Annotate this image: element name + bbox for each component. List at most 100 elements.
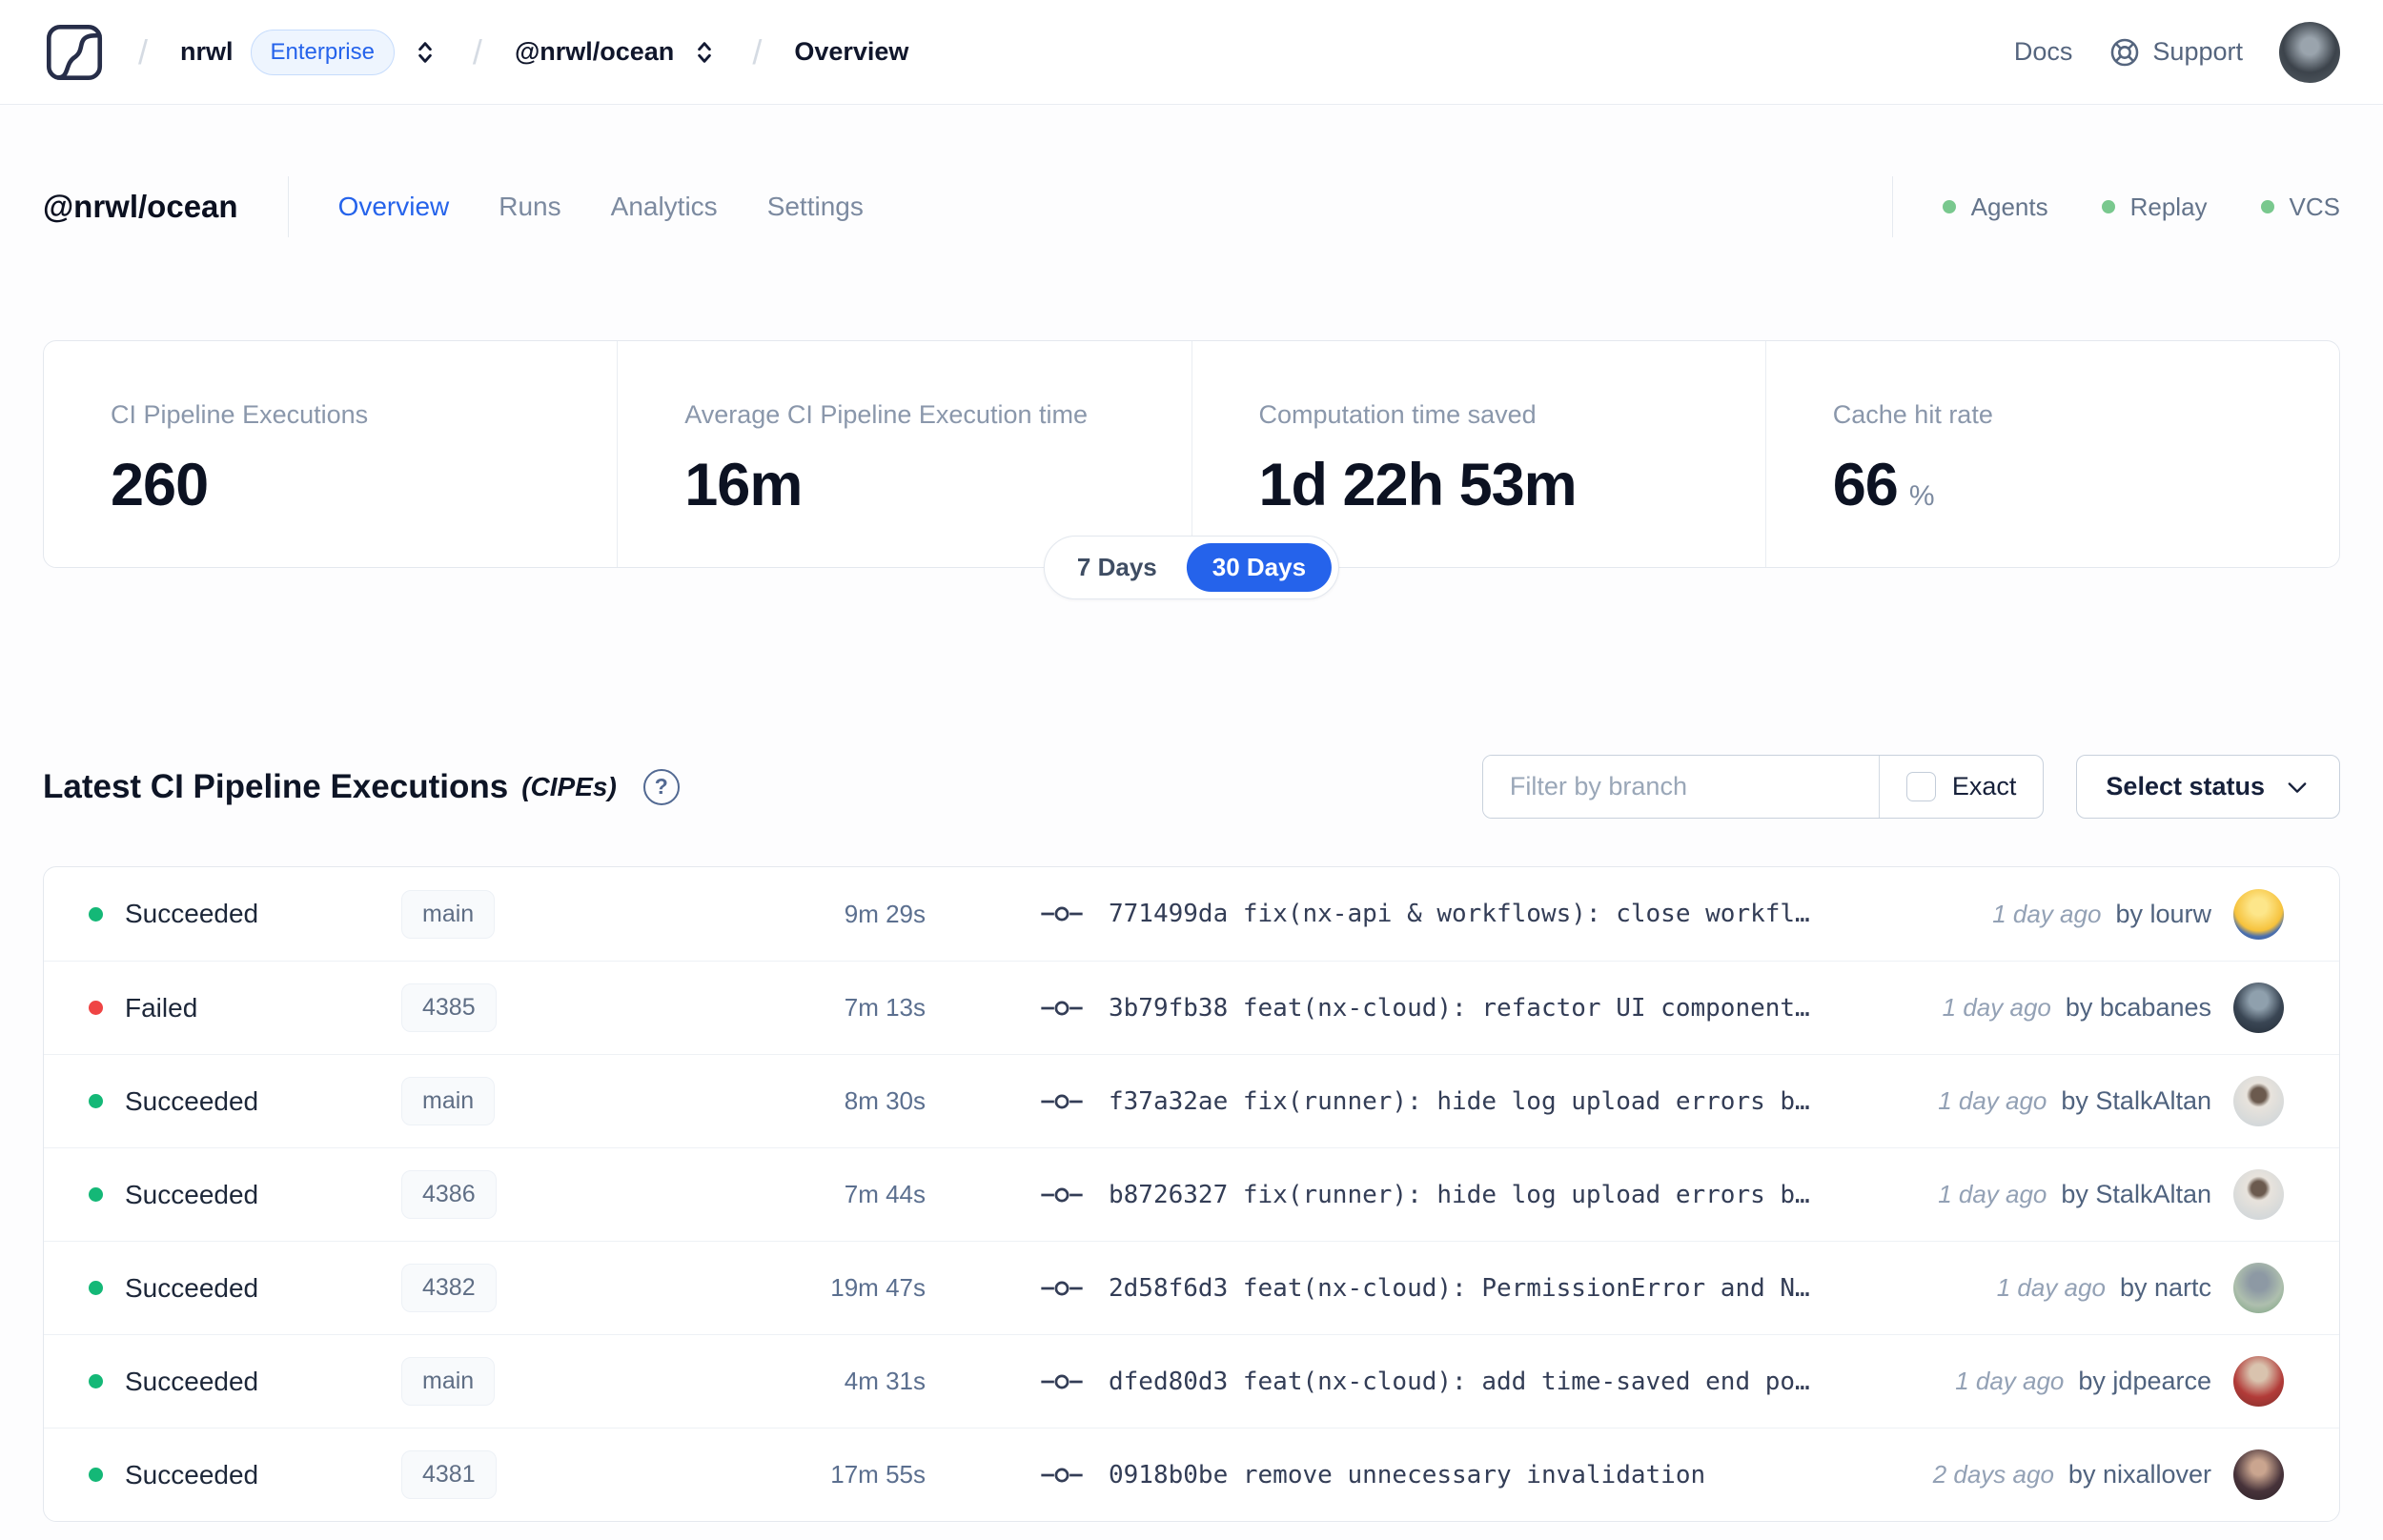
- status-label: Succeeded: [125, 1085, 259, 1116]
- status-label: Succeeded: [125, 1272, 259, 1303]
- feature-replay: Replay: [2101, 192, 2208, 222]
- author: by bcabanes: [2065, 993, 2211, 1022]
- git-commit-icon: [1041, 1374, 1083, 1388]
- cipes-title: Latest CI Pipeline Executions: [43, 767, 509, 805]
- time-ago: 1 day ago: [1942, 993, 2051, 1022]
- duration: 7m 44s: [844, 1180, 926, 1208]
- status-dot-icon: [89, 1094, 103, 1108]
- org-switcher-chevron-updown-icon[interactable]: [410, 37, 440, 68]
- table-row[interactable]: Succeeded main 8m 30s f37a32ae fix(runne…: [44, 1054, 2339, 1147]
- git-commit-icon: [1041, 1094, 1083, 1108]
- status-dot-icon: [2101, 200, 2115, 213]
- enterprise-badge[interactable]: Enterprise: [250, 29, 395, 75]
- tab-settings[interactable]: Settings: [767, 192, 864, 222]
- duration: 8m 30s: [844, 1086, 926, 1115]
- commit-message[interactable]: 3b79fb38 feat(nx-cloud): refactor UI com…: [1109, 994, 1810, 1023]
- stat-average-execution-time: Average CI Pipeline Execution time 16m: [617, 341, 1191, 567]
- table-row[interactable]: Succeeded 4382 19m 47s 2d58f6d3 feat(nx-…: [44, 1241, 2339, 1334]
- tab-runs[interactable]: Runs: [499, 192, 560, 222]
- status-label: Succeeded: [125, 1179, 259, 1209]
- stat-value: 260: [111, 452, 209, 518]
- branch-badge[interactable]: 4386: [401, 1170, 497, 1219]
- divider: [287, 176, 289, 237]
- git-commit-icon: [1041, 1187, 1083, 1202]
- branch-badge[interactable]: main: [401, 1077, 496, 1125]
- table-row[interactable]: Succeeded 4381 17m 55s 0918b0be remove u…: [44, 1428, 2339, 1521]
- status-dot-icon: [1942, 200, 1956, 213]
- breadcrumb-org[interactable]: nrwl: [180, 37, 234, 67]
- workspace-switcher-chevron-updown-icon[interactable]: [689, 37, 720, 68]
- user-avatar[interactable]: [2279, 21, 2340, 83]
- status-dot-icon: [89, 1374, 103, 1388]
- feature-agents: Agents: [1942, 192, 2048, 222]
- exact-label: Exact: [1951, 772, 2017, 800]
- feature-status-list: Agents Replay VCS: [1942, 192, 2340, 222]
- table-row[interactable]: Failed 4385 7m 13s 3b79fb38 feat(nx-clou…: [44, 961, 2339, 1054]
- git-commit-icon: [1041, 1468, 1083, 1482]
- stat-suffix: %: [1908, 480, 1935, 512]
- branch-badge[interactable]: 4381: [401, 1450, 497, 1499]
- workspace-header: @nrwl/ocean Overview Runs Analytics Sett…: [0, 173, 2383, 240]
- branch-badge[interactable]: main: [401, 889, 496, 939]
- git-commit-icon: [1041, 906, 1083, 922]
- date-range-toggle: 7 Days 30 Days: [1043, 536, 1340, 599]
- duration: 9m 29s: [844, 899, 926, 928]
- cipe-table: Succeeded main 9m 29s 771499da fix(nx-ap…: [43, 866, 2340, 1522]
- avatar: [2233, 1076, 2284, 1126]
- stat-cache-hit-rate: Cache hit rate 66%: [1764, 341, 2339, 567]
- branch-badge[interactable]: main: [401, 1357, 496, 1406]
- range-30-days-button[interactable]: 30 Days: [1186, 543, 1333, 592]
- support-label: Support: [2152, 37, 2243, 66]
- breadcrumb-workspace[interactable]: @nrwl/ocean: [515, 37, 674, 67]
- commit-message[interactable]: 0918b0be remove unnecessary invalidation: [1109, 1461, 1705, 1489]
- git-commit-icon: [1041, 1281, 1083, 1295]
- divider: [1891, 176, 1893, 237]
- table-row[interactable]: Succeeded main 4m 31s dfed80d3 feat(nx-c…: [44, 1334, 2339, 1428]
- tab-analytics[interactable]: Analytics: [611, 192, 718, 222]
- time-ago: 2 days ago: [1932, 1460, 2054, 1489]
- stat-value: 66%: [1832, 452, 1935, 518]
- stat-ci-pipeline-executions: CI Pipeline Executions 260: [44, 341, 617, 567]
- feature-agents-label: Agents: [1970, 192, 2048, 221]
- docs-link[interactable]: Docs: [2014, 37, 2073, 67]
- help-icon[interactable]: ?: [642, 768, 680, 805]
- author: by lourw: [2115, 899, 2211, 928]
- author: by nixallover: [2067, 1460, 2211, 1489]
- author: by nartc: [2119, 1273, 2211, 1302]
- commit-message[interactable]: 2d58f6d3 feat(nx-cloud): PermissionError…: [1109, 1274, 1810, 1303]
- lifebuoy-icon: [2111, 38, 2139, 66]
- top-nav: / nrwl Enterprise / @nrwl/ocean / Overvi…: [0, 0, 2383, 105]
- table-row[interactable]: Succeeded main 9m 29s 771499da fix(nx-ap…: [44, 867, 2339, 961]
- branch-filter-group: Exact: [1481, 755, 2045, 819]
- feature-replay-label: Replay: [2129, 192, 2208, 221]
- tab-overview[interactable]: Overview: [338, 192, 450, 222]
- status-label: Failed: [125, 992, 198, 1023]
- avatar: [2233, 983, 2284, 1033]
- stat-computation-time-saved: Computation time saved 1d 22h 53m: [1191, 341, 1765, 567]
- duration: 4m 31s: [844, 1367, 926, 1395]
- commit-message[interactable]: 771499da fix(nx-api & workflows): close …: [1109, 900, 1810, 928]
- support-link[interactable]: Support: [2108, 36, 2243, 69]
- breadcrumb-separator: /: [138, 31, 149, 71]
- commit-message[interactable]: b8726327 fix(runner): hide log upload er…: [1109, 1181, 1810, 1209]
- status-label: Succeeded: [125, 1366, 259, 1396]
- commit-message[interactable]: f37a32ae fix(runner): hide log upload er…: [1109, 1087, 1810, 1116]
- avatar: [2233, 1449, 2284, 1500]
- nx-cloud-logo-icon[interactable]: [43, 21, 106, 84]
- branch-badge[interactable]: 4385: [401, 983, 497, 1032]
- branch-filter-input[interactable]: [1482, 756, 1879, 818]
- select-status-dropdown[interactable]: Select status: [2076, 755, 2340, 819]
- time-ago: 1 day ago: [1992, 899, 2102, 928]
- time-ago: 1 day ago: [1955, 1367, 2065, 1395]
- git-commit-icon: [1041, 1001, 1083, 1015]
- range-7-days-button[interactable]: 7 Days: [1051, 543, 1183, 592]
- branch-badge[interactable]: 4382: [401, 1264, 497, 1312]
- table-row[interactable]: Succeeded 4386 7m 44s b8726327 fix(runne…: [44, 1147, 2339, 1241]
- author: by StalkAltan: [2061, 1180, 2211, 1208]
- status-dot-icon: [89, 906, 103, 922]
- commit-message[interactable]: dfed80d3 feat(nx-cloud): add time-saved …: [1109, 1368, 1810, 1396]
- exact-checkbox[interactable]: [1905, 772, 1936, 801]
- status-label: Succeeded: [125, 899, 259, 928]
- stat-label: CI Pipeline Executions: [111, 400, 369, 429]
- stat-label: Computation time saved: [1258, 400, 1537, 429]
